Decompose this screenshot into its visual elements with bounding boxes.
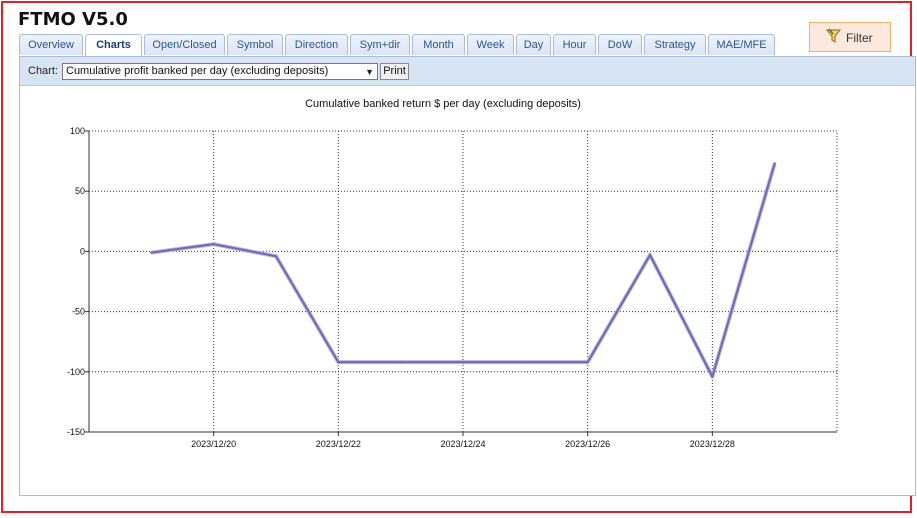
data-point [648, 253, 652, 257]
data-point [461, 360, 465, 364]
chart-axes: 100 50 0 -50 -100 -150 2023/12/20 2023/12/22 202… [67, 126, 837, 449]
data-point [212, 242, 215, 246]
chart-title: Cumulative banked return $ per day (excl… [305, 98, 581, 110]
y-tick-label: 0 [80, 246, 85, 256]
y-tick-label: 100 [70, 126, 85, 136]
chart-grid [88, 130, 838, 433]
y-tick-label: -100 [67, 367, 85, 377]
y-tick-label: 50 [75, 186, 85, 196]
data-point [773, 162, 776, 165]
x-tick-label: 2023/12/22 [316, 439, 361, 449]
x-tick-label: 2023/12/28 [690, 439, 735, 449]
data-point [399, 360, 402, 364]
x-tick-label: 2023/12/24 [440, 439, 485, 449]
x-tick-label: 2023/12/20 [191, 439, 236, 449]
data-point [524, 360, 527, 364]
data-point [586, 360, 589, 364]
line-chart: Cumulative banked return $ per day (excl… [67, 98, 838, 449]
data-point [337, 360, 340, 364]
data-point [711, 375, 714, 378]
data-point [150, 251, 153, 254]
data-point [274, 255, 278, 258]
y-tick-label: -50 [72, 307, 85, 317]
x-tick-label: 2023/12/26 [565, 439, 610, 449]
y-tick-label: -150 [67, 427, 85, 437]
